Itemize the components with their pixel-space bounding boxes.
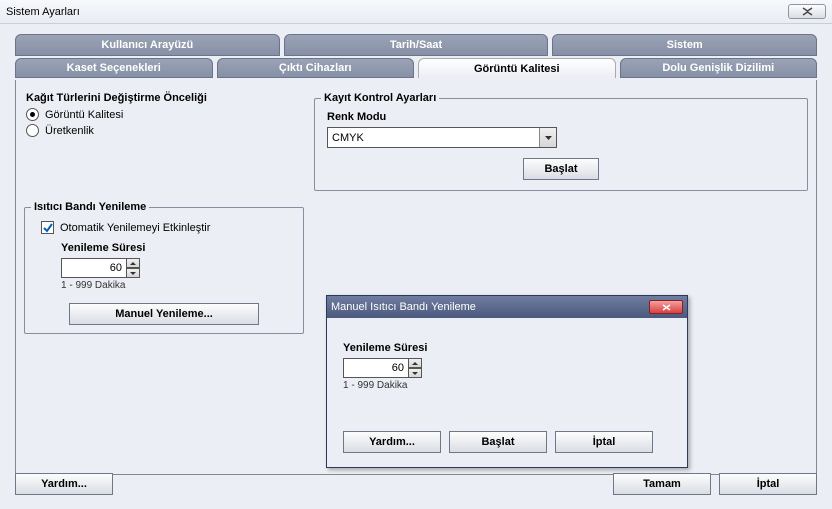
priority-title: Kağıt Türlerini Değiştirme Önceliği: [26, 92, 302, 104]
dialog-title: Manuel Isıtıcı Bandı Yenileme: [331, 301, 476, 313]
chevron-down-icon: [545, 136, 552, 140]
fuser-spin-down[interactable]: [126, 268, 140, 278]
window-titlebar: Sistem Ayarları: [0, 0, 832, 24]
chevron-down-icon: [130, 272, 136, 275]
fuser-group-legend: Isıtıcı Bandı Yenileme: [31, 201, 149, 213]
tab-user-interface[interactable]: Kullanıcı Arayüzü: [15, 34, 280, 56]
color-mode-label: Renk Modu: [327, 111, 795, 123]
chevron-up-icon: [412, 362, 418, 365]
tab-tray-options[interactable]: Kaset Seçenekleri: [15, 58, 213, 78]
tab-full-width-array[interactable]: Dolu Genişlik Dizilimi: [620, 58, 818, 78]
radio-image-quality-label: Görüntü Kalitesi: [45, 109, 123, 121]
color-mode-select[interactable]: CMYK: [327, 127, 557, 148]
fuser-group: Isıtıcı Bandı Yenileme Otomatik Yenileme…: [24, 207, 304, 334]
reg-ctrl-start-button[interactable]: Başlat: [523, 158, 599, 180]
dialog-start-button[interactable]: Başlat: [449, 431, 547, 453]
auto-refresh-label: Otomatik Yenilemeyi Etkinleştir: [60, 222, 210, 234]
manual-refresh-button[interactable]: Manuel Yenileme...: [69, 303, 259, 325]
footer-help-button[interactable]: Yardım...: [15, 473, 113, 495]
main-tab-row: Kullanıcı Arayüzü Tarih/Saat Sistem: [15, 34, 817, 56]
dialog-timing-hint: 1 - 999 Dakika: [343, 380, 671, 391]
dialog-help-button[interactable]: Yardım...: [343, 431, 441, 453]
footer-cancel-button[interactable]: İptal: [719, 473, 817, 495]
tab-system[interactable]: Sistem: [552, 34, 817, 56]
close-icon: [801, 7, 814, 16]
dialog-timing-label: Yenileme Süresi: [343, 342, 671, 354]
dialog-timing-input[interactable]: [343, 358, 409, 378]
fuser-spin-up[interactable]: [126, 258, 140, 268]
window-title: Sistem Ayarları: [6, 6, 80, 18]
tab-image-quality[interactable]: Görüntü Kalitesi: [418, 58, 616, 78]
manual-refresh-dialog: Manuel Isıtıcı Bandı Yenileme Yenileme S…: [326, 295, 688, 468]
reg-ctrl-group: Kayıt Kontrol Ayarları Renk Modu CMYK Ba…: [314, 98, 808, 191]
radio-productivity-label: Üretkenlik: [45, 125, 94, 137]
dialog-cancel-button[interactable]: İptal: [555, 431, 653, 453]
fuser-timing-input[interactable]: [61, 258, 127, 278]
chevron-down-icon: [412, 372, 418, 375]
window-close-button[interactable]: [788, 4, 826, 19]
radio-image-quality[interactable]: Görüntü Kalitesi: [26, 108, 302, 121]
fuser-timing-hint: 1 - 999 Dakika: [61, 280, 287, 291]
dropdown-arrow: [539, 128, 556, 147]
dialog-close-button[interactable]: [649, 300, 683, 314]
check-icon: [43, 223, 53, 233]
content-panel: Kağıt Türlerini Değiştirme Önceliği Görü…: [15, 80, 817, 475]
dialog-spin-down[interactable]: [408, 368, 422, 378]
dialog-titlebar: Manuel Isıtıcı Bandı Yenileme: [327, 296, 687, 318]
footer-ok-button[interactable]: Tamam: [613, 473, 711, 495]
priority-group: Kağıt Türlerini Değiştirme Önceliği Görü…: [24, 92, 304, 137]
color-mode-value: CMYK: [332, 132, 364, 144]
close-icon: [662, 304, 671, 311]
tab-output-devices[interactable]: Çıktı Cihazları: [217, 58, 415, 78]
chevron-up-icon: [130, 262, 136, 265]
tab-date-time[interactable]: Tarih/Saat: [284, 34, 549, 56]
fuser-timing-label: Yenileme Süresi: [61, 242, 287, 254]
dialog-spin-up[interactable]: [408, 358, 422, 368]
reg-ctrl-legend: Kayıt Kontrol Ayarları: [321, 92, 439, 104]
sub-tab-row: Kaset Seçenekleri Çıktı Cihazları Görünt…: [15, 58, 817, 78]
auto-refresh-checkbox[interactable]: Otomatik Yenilemeyi Etkinleştir: [41, 221, 287, 234]
radio-productivity[interactable]: Üretkenlik: [26, 124, 302, 137]
